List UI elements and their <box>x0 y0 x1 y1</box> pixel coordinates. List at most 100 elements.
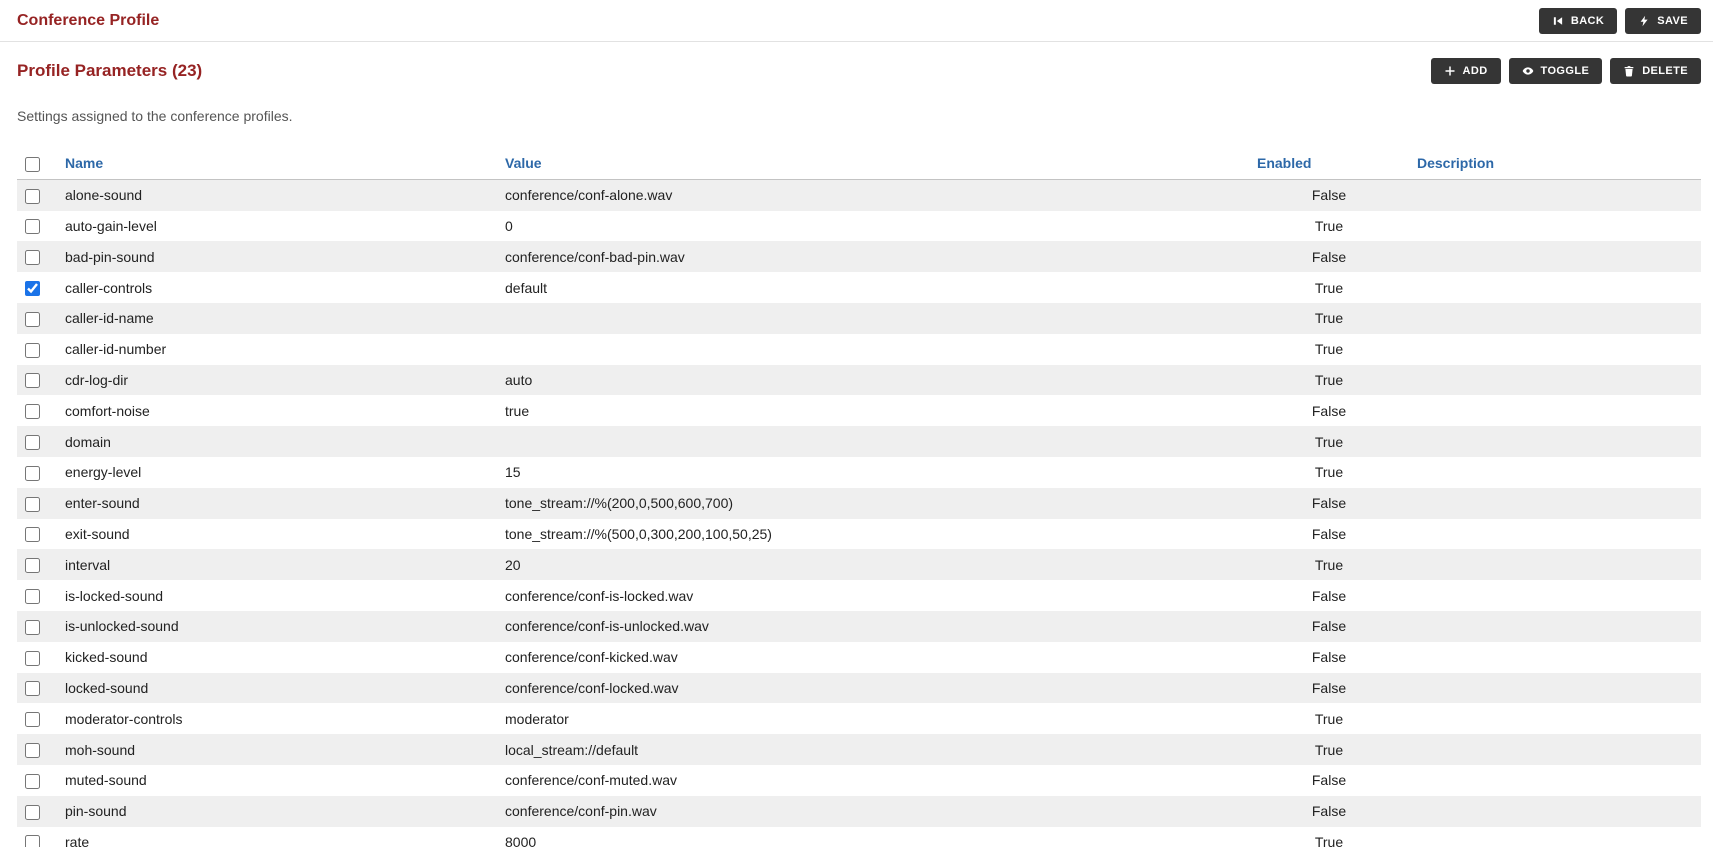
row-checkbox[interactable] <box>25 589 40 604</box>
row-enabled[interactable]: False <box>1249 488 1409 519</box>
row-checkbox-cell <box>17 303 57 334</box>
row-checkbox[interactable] <box>25 312 40 327</box>
row-name[interactable]: pin-sound <box>57 796 497 827</box>
toggle-button[interactable]: TOGGLE <box>1509 58 1603 84</box>
row-checkbox-cell <box>17 673 57 704</box>
row-checkbox[interactable] <box>25 219 40 234</box>
row-checkbox[interactable] <box>25 343 40 358</box>
row-value: moderator <box>497 703 1249 734</box>
row-checkbox[interactable] <box>25 527 40 542</box>
table-row: caller-id-name True <box>17 303 1701 334</box>
lightning-icon <box>1638 15 1650 27</box>
row-enabled[interactable]: True <box>1249 365 1409 396</box>
row-checkbox[interactable] <box>25 620 40 635</box>
row-enabled[interactable]: True <box>1249 426 1409 457</box>
row-enabled[interactable]: True <box>1249 334 1409 365</box>
row-name[interactable]: auto-gain-level <box>57 211 497 242</box>
column-header-name[interactable]: Name <box>57 148 497 179</box>
row-checkbox[interactable] <box>25 743 40 758</box>
row-value: conference/conf-muted.wav <box>497 765 1249 796</box>
table-row: moh-sound local_stream://default True <box>17 734 1701 765</box>
row-enabled[interactable]: False <box>1249 765 1409 796</box>
column-header-enabled[interactable]: Enabled <box>1249 148 1409 179</box>
row-enabled[interactable]: True <box>1249 457 1409 488</box>
row-name[interactable]: interval <box>57 549 497 580</box>
row-name[interactable]: is-locked-sound <box>57 580 497 611</box>
select-all-checkbox[interactable] <box>25 157 40 172</box>
row-enabled[interactable]: True <box>1249 549 1409 580</box>
row-enabled[interactable]: False <box>1249 241 1409 272</box>
column-header-value[interactable]: Value <box>497 148 1249 179</box>
row-name[interactable]: caller-id-number <box>57 334 497 365</box>
row-description <box>1409 241 1701 272</box>
row-name[interactable]: caller-id-name <box>57 303 497 334</box>
row-checkbox[interactable] <box>25 805 40 820</box>
row-enabled[interactable]: True <box>1249 827 1409 847</box>
column-header-description[interactable]: Description <box>1409 148 1701 179</box>
table-row: rate 8000 True <box>17 827 1701 847</box>
row-checkbox[interactable] <box>25 435 40 450</box>
row-name[interactable]: caller-controls <box>57 272 497 303</box>
row-name[interactable]: kicked-sound <box>57 642 497 673</box>
row-enabled[interactable]: False <box>1249 580 1409 611</box>
row-enabled[interactable]: True <box>1249 303 1409 334</box>
row-checkbox[interactable] <box>25 681 40 696</box>
row-name[interactable]: muted-sound <box>57 765 497 796</box>
add-button[interactable]: ADD <box>1431 58 1501 84</box>
row-checkbox[interactable] <box>25 466 40 481</box>
row-checkbox-cell <box>17 611 57 642</box>
row-description <box>1409 549 1701 580</box>
row-name[interactable]: comfort-noise <box>57 395 497 426</box>
row-enabled[interactable]: True <box>1249 211 1409 242</box>
row-name[interactable]: is-unlocked-sound <box>57 611 497 642</box>
row-name[interactable]: moderator-controls <box>57 703 497 734</box>
row-checkbox-cell <box>17 179 57 210</box>
row-checkbox[interactable] <box>25 250 40 265</box>
row-checkbox[interactable] <box>25 497 40 512</box>
back-button-label: BACK <box>1571 15 1604 27</box>
row-name[interactable]: rate <box>57 827 497 847</box>
row-name[interactable]: alone-sound <box>57 179 497 210</box>
save-button[interactable]: SAVE <box>1625 8 1701 34</box>
delete-button[interactable]: DELETE <box>1610 58 1701 84</box>
row-name[interactable]: energy-level <box>57 457 497 488</box>
row-checkbox-cell <box>17 334 57 365</box>
row-enabled[interactable]: False <box>1249 642 1409 673</box>
row-checkbox[interactable] <box>25 651 40 666</box>
row-name[interactable]: domain <box>57 426 497 457</box>
row-description <box>1409 303 1701 334</box>
row-name[interactable]: cdr-log-dir <box>57 365 497 396</box>
table-row: muted-sound conference/conf-muted.wav Fa… <box>17 765 1701 796</box>
row-name[interactable]: bad-pin-sound <box>57 241 497 272</box>
row-checkbox[interactable] <box>25 281 40 296</box>
row-enabled[interactable]: False <box>1249 395 1409 426</box>
row-enabled[interactable]: True <box>1249 734 1409 765</box>
skip-back-icon <box>1552 15 1564 27</box>
row-enabled[interactable]: False <box>1249 519 1409 550</box>
row-enabled[interactable]: True <box>1249 703 1409 734</box>
row-name[interactable]: enter-sound <box>57 488 497 519</box>
row-description <box>1409 703 1701 734</box>
row-enabled[interactable]: True <box>1249 272 1409 303</box>
row-checkbox[interactable] <box>25 835 40 847</box>
back-button[interactable]: BACK <box>1539 8 1617 34</box>
row-checkbox[interactable] <box>25 189 40 204</box>
table-row: auto-gain-level 0 True <box>17 211 1701 242</box>
row-description <box>1409 457 1701 488</box>
row-enabled[interactable]: False <box>1249 796 1409 827</box>
row-checkbox[interactable] <box>25 404 40 419</box>
row-name[interactable]: moh-sound <box>57 734 497 765</box>
row-checkbox[interactable] <box>25 712 40 727</box>
row-name[interactable]: exit-sound <box>57 519 497 550</box>
row-enabled[interactable]: False <box>1249 611 1409 642</box>
row-checkbox[interactable] <box>25 373 40 388</box>
row-name[interactable]: locked-sound <box>57 673 497 704</box>
row-enabled[interactable]: False <box>1249 179 1409 210</box>
row-description <box>1409 796 1701 827</box>
table-header-row: Name Value Enabled Description <box>17 148 1701 179</box>
row-enabled[interactable]: False <box>1249 673 1409 704</box>
row-checkbox[interactable] <box>25 774 40 789</box>
row-description <box>1409 611 1701 642</box>
row-checkbox[interactable] <box>25 558 40 573</box>
table-row: moderator-controls moderator True <box>17 703 1701 734</box>
